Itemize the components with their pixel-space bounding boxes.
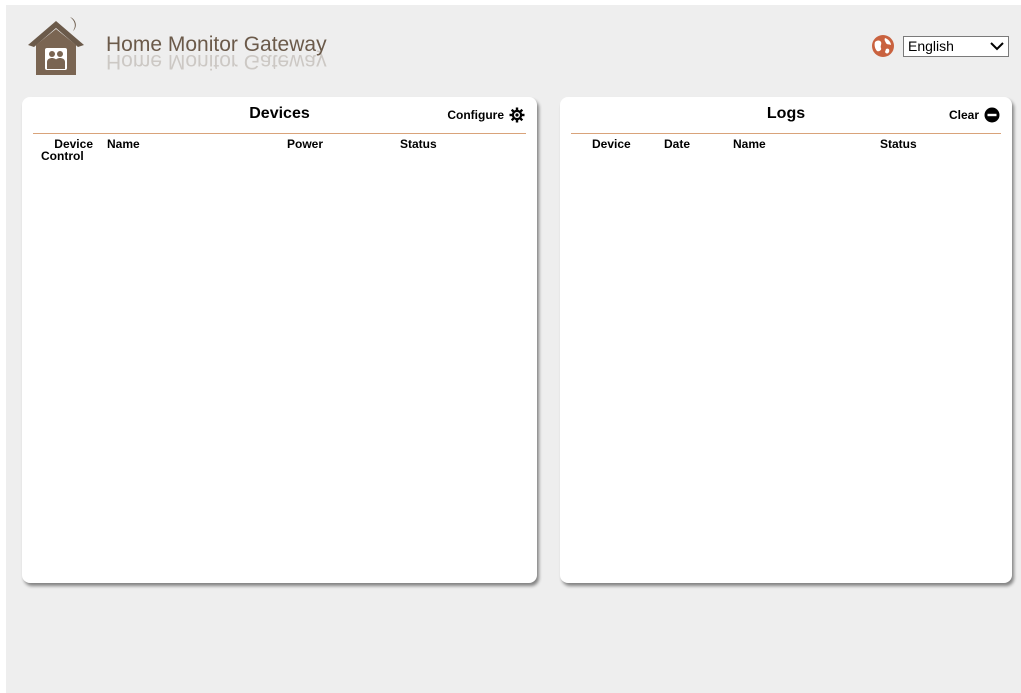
configure-button[interactable]: Configure	[447, 107, 525, 123]
column-header-date: Date	[664, 137, 691, 151]
globe-icon	[872, 35, 894, 57]
language-select-value: English	[908, 38, 954, 54]
minus-circle-icon	[984, 107, 1000, 123]
logs-divider	[571, 133, 1001, 134]
app-title: Home Monitor Gateway Home Monitor Gatewa…	[106, 33, 327, 81]
language-selector-group: English	[871, 34, 1009, 58]
page: Home Monitor Gateway Home Monitor Gatewa…	[6, 5, 1021, 693]
column-header-name: Name	[733, 137, 766, 151]
column-header-status: Status	[400, 137, 437, 151]
clear-button[interactable]: Clear	[949, 107, 1000, 123]
language-select[interactable]: English	[903, 35, 1009, 57]
clear-label: Clear	[948, 108, 979, 122]
logs-panel-title: Logs	[766, 105, 806, 122]
devices-panel: Devices Configure Device Control Name Po…	[22, 97, 537, 583]
column-header-device: Device	[592, 137, 631, 151]
gear-icon	[509, 107, 525, 123]
configure-label: Configure	[447, 108, 504, 122]
column-header-status: Status	[880, 137, 917, 151]
devices-divider	[33, 133, 526, 134]
logs-panel: Logs Clear Device Date Name Status	[560, 97, 1012, 583]
column-header-power: Power	[287, 137, 324, 151]
app-title-reflection: Home Monitor Gateway	[106, 50, 327, 73]
column-header-device-control-line2: Control	[41, 149, 84, 163]
column-header-name: Name	[107, 137, 140, 151]
home-logo-icon	[28, 17, 84, 75]
chevron-down-icon	[990, 42, 1004, 51]
